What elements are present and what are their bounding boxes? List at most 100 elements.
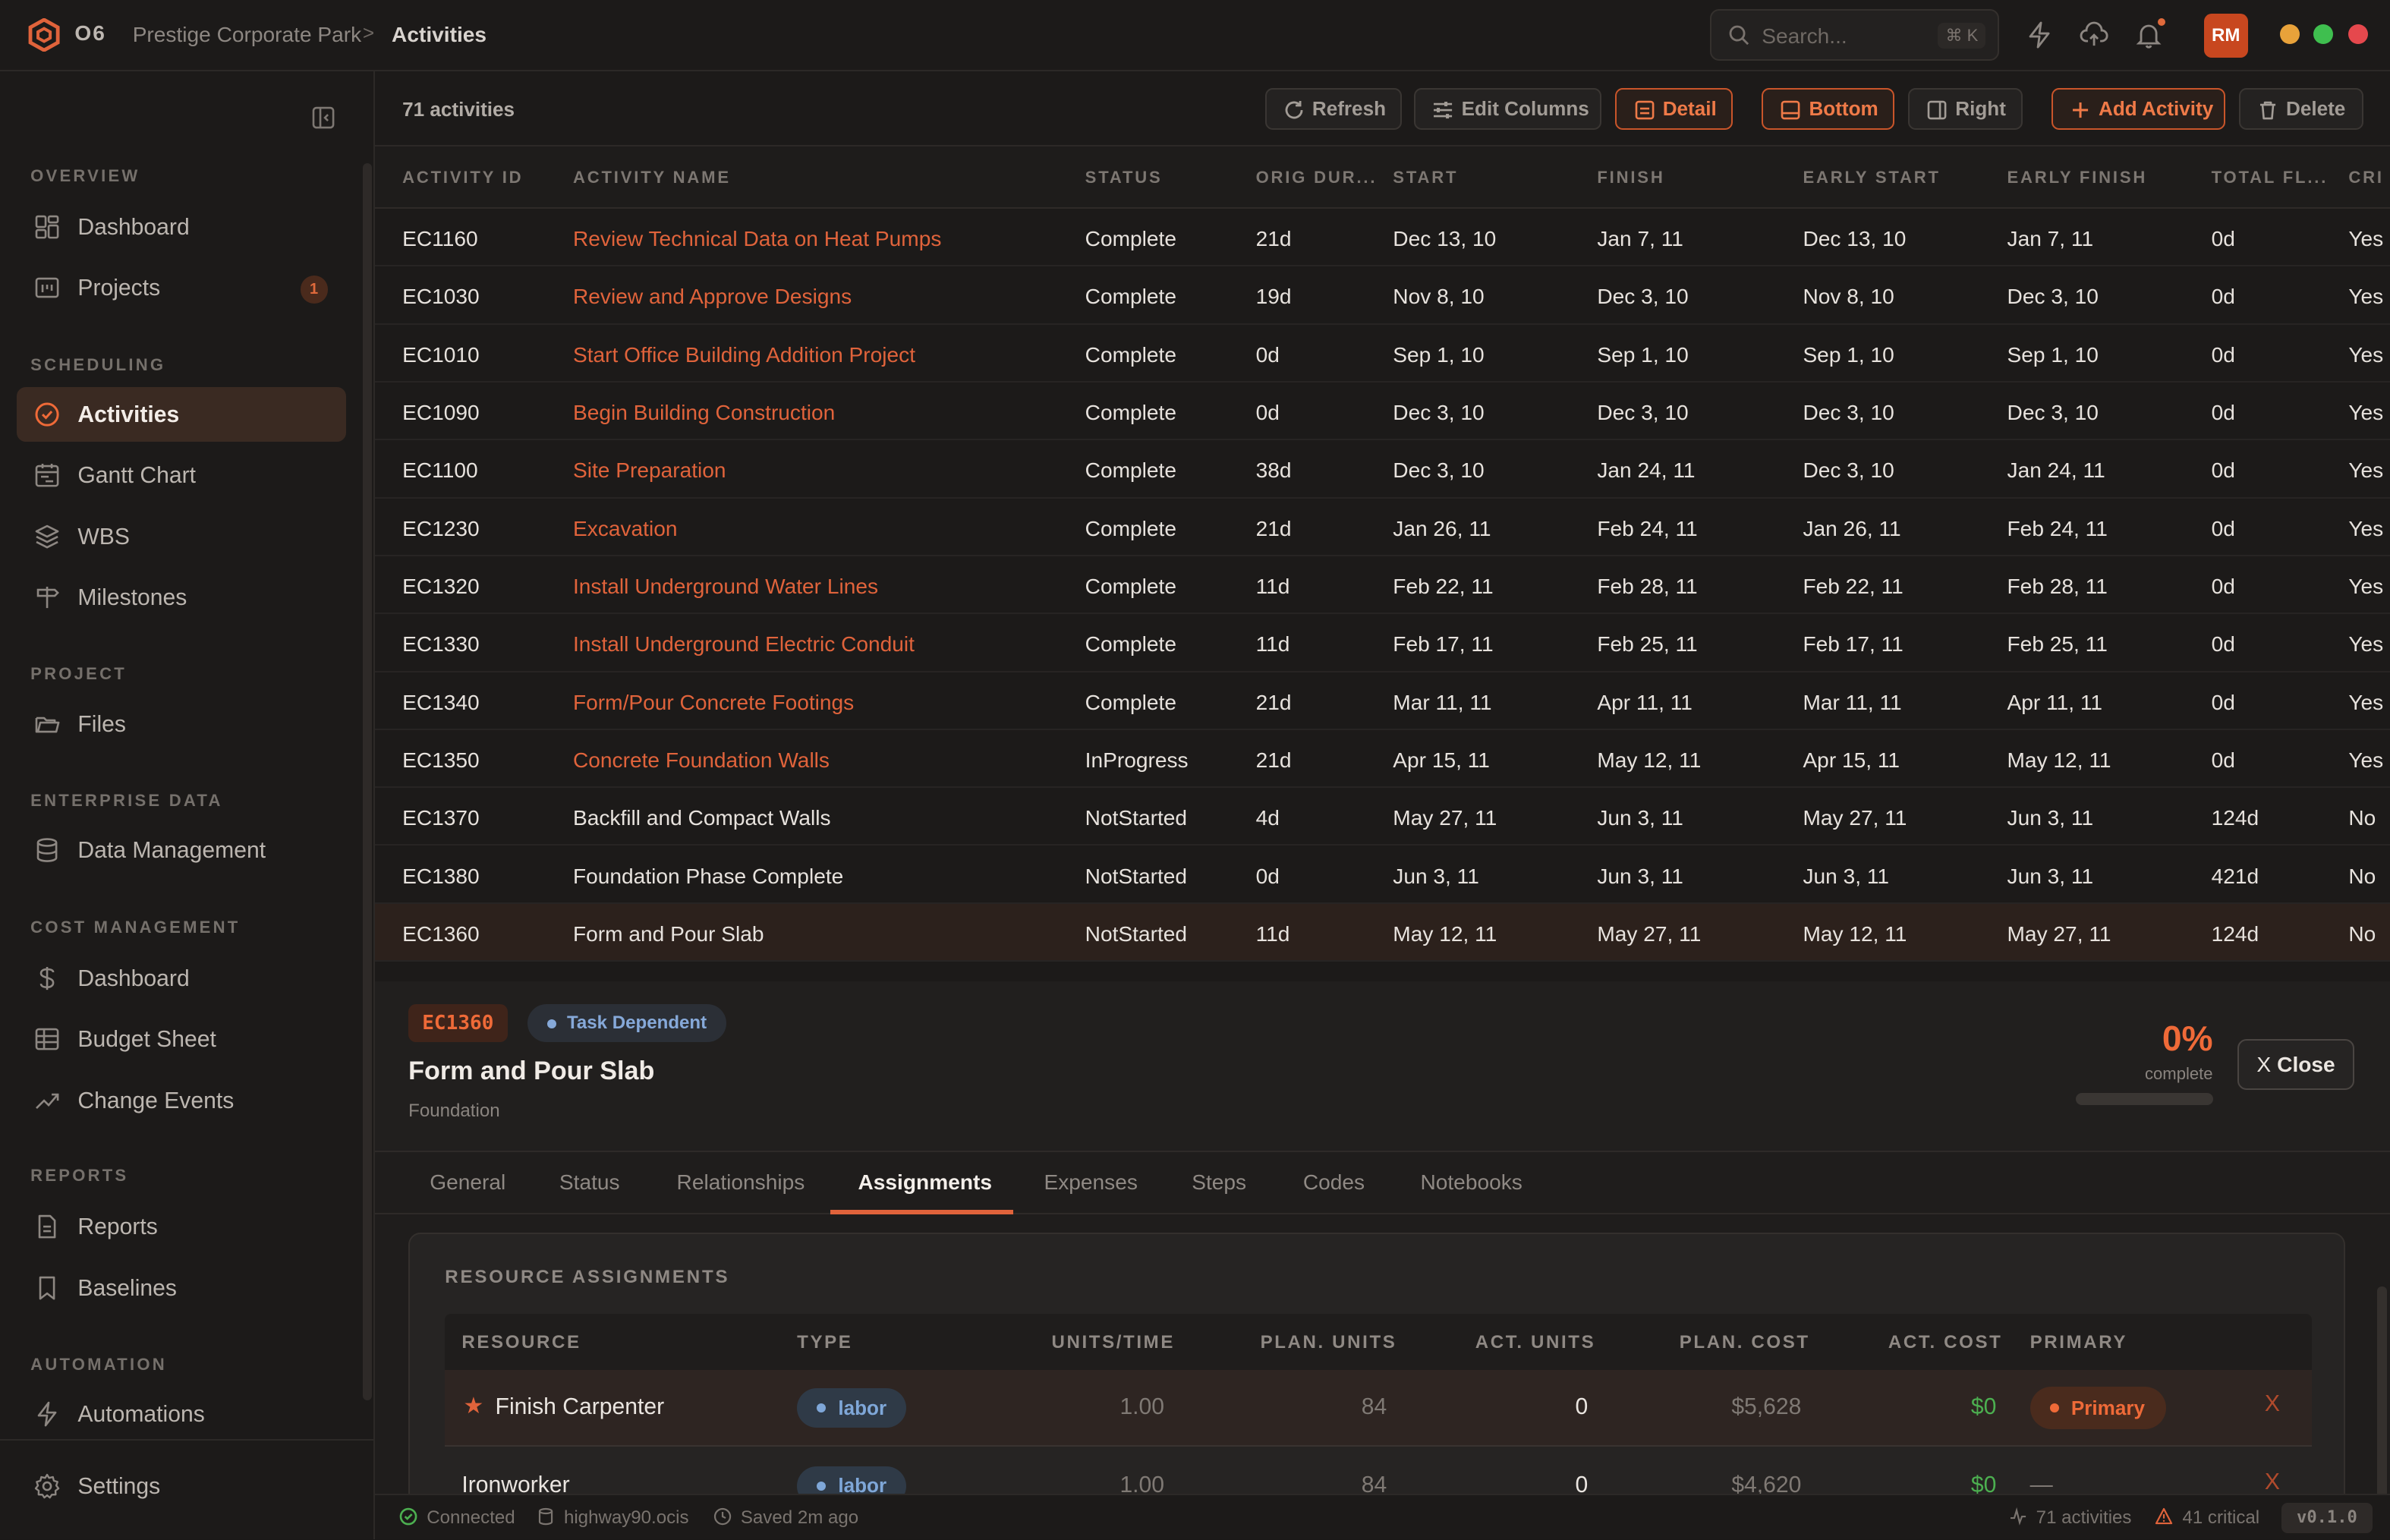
add-activity-button[interactable]: Add Activity xyxy=(2051,88,2225,130)
layout-bottom-button[interactable]: Bottom xyxy=(1762,88,1894,130)
sidebar-scrollbar[interactable] xyxy=(362,162,372,1401)
sidebar-item-files[interactable]: Files xyxy=(17,697,346,751)
sidebar-item-gantt-chart[interactable]: Gantt Chart xyxy=(17,448,346,502)
sidebar-item-settings[interactable]: Settings xyxy=(17,1459,346,1513)
breadcrumb-project[interactable]: Prestige Corporate Park xyxy=(133,23,362,47)
table-row[interactable]: EC1160 Review Technical Data on Heat Pump… xyxy=(374,209,2390,267)
assignment-row[interactable]: ★ Finish Carpenter labor 1.00 84 0 $5,62… xyxy=(445,1370,2313,1447)
activity-name-cell[interactable]: Concrete Foundation Walls xyxy=(573,748,830,773)
tab-expenses[interactable]: Expenses xyxy=(1044,1170,1137,1195)
tab-general[interactable]: General xyxy=(430,1170,505,1195)
activity-name-cell[interactable]: Start Office Building Addition Project xyxy=(573,343,915,367)
plan-cost[interactable]: $5,628 xyxy=(1664,1394,1801,1420)
act-units[interactable]: 0 xyxy=(1482,1472,1589,1494)
tab-status[interactable]: Status xyxy=(559,1170,620,1195)
column-header[interactable]: ACTIVITY NAME xyxy=(573,168,731,187)
column-header[interactable]: ORIG DUR... xyxy=(1256,168,1378,187)
edit-columns-button[interactable]: Edit Columns xyxy=(1414,88,1602,130)
sidebar-item-baselines[interactable]: Baselines xyxy=(17,1261,346,1315)
column-header[interactable]: ACT. COST xyxy=(1888,1332,2003,1353)
column-header[interactable]: UNITS/TIME xyxy=(1051,1332,1175,1353)
tab-notebooks[interactable]: Notebooks xyxy=(1420,1170,1522,1195)
table-row[interactable]: EC1360 Form and Pour Slab NotStarted 11d May… xyxy=(374,903,2390,962)
table-row[interactable]: EC1350 Concrete Foundation Walls InProgres… xyxy=(374,730,2390,789)
activity-name-cell[interactable]: Foundation Phase Complete xyxy=(573,864,843,889)
column-header[interactable]: PLAN. UNITS xyxy=(1261,1332,1397,1353)
table-row[interactable]: EC1030 Review and Approve Designs Complete… xyxy=(374,266,2390,325)
primary-empty[interactable]: — xyxy=(2030,1472,2053,1494)
sidebar-item-data-management[interactable]: Data Management xyxy=(17,823,346,877)
sidebar-item-cost-dashboard[interactable]: Dashboard xyxy=(17,951,346,1006)
remove-assignment-icon[interactable]: X xyxy=(2265,1391,2280,1417)
table-row[interactable]: EC1320 Install Underground Water Lines Com… xyxy=(374,556,2390,615)
column-header[interactable]: RESOURCE xyxy=(461,1332,581,1353)
column-header[interactable]: ACTIVITY ID xyxy=(402,168,523,187)
column-header[interactable]: EARLY START xyxy=(1803,168,1940,187)
refresh-button[interactable]: Refresh xyxy=(1264,88,1403,130)
units-time[interactable]: 1.00 xyxy=(1054,1394,1164,1420)
activity-name-cell[interactable]: Review Technical Data on Heat Pumps xyxy=(573,227,941,251)
sidebar-item-dashboard[interactable]: Dashboard xyxy=(17,200,346,254)
activity-name-cell[interactable]: Install Underground Electric Conduit xyxy=(573,632,915,657)
column-header[interactable]: CRI xyxy=(2348,168,2383,187)
window-close-dot[interactable] xyxy=(2348,24,2369,45)
column-header[interactable]: START xyxy=(1393,168,1458,187)
logo-icon[interactable] xyxy=(27,18,61,52)
act-units[interactable]: 0 xyxy=(1482,1394,1589,1420)
activity-name-cell[interactable]: Review and Approve Designs xyxy=(573,285,852,309)
activity-name-cell[interactable]: Form and Pour Slab xyxy=(573,922,764,946)
detail-scrollbar[interactable] xyxy=(2377,1286,2387,1494)
sidebar-collapse-icon[interactable] xyxy=(311,106,335,130)
activity-name-cell[interactable]: Install Underground Water Lines xyxy=(573,575,878,599)
avatar[interactable]: RM xyxy=(2203,14,2248,58)
delete-button[interactable]: Delete xyxy=(2238,88,2364,130)
table-row[interactable]: EC1340 Form/Pour Concrete Footings Complet… xyxy=(374,672,2390,730)
activity-name-cell[interactable]: Excavation xyxy=(573,517,678,541)
sidebar-item-wbs[interactable]: WBS xyxy=(17,509,346,564)
activity-name-cell[interactable]: Form/Pour Concrete Footings xyxy=(573,691,854,715)
sidebar-item-projects[interactable]: Projects 1 xyxy=(17,260,346,315)
assignment-row[interactable]: Ironworker labor 1.00 84 0 $4,620 $0 — X xyxy=(445,1448,2312,1494)
column-header[interactable]: STATUS xyxy=(1085,168,1163,187)
layout-right-button[interactable]: Right xyxy=(1908,88,2023,130)
tab-relationships[interactable]: Relationships xyxy=(677,1170,805,1195)
sidebar-item-budget-sheet[interactable]: Budget Sheet xyxy=(17,1012,346,1066)
column-header[interactable]: PLAN. COST xyxy=(1680,1332,1810,1353)
activity-name-cell[interactable]: Begin Building Construction xyxy=(573,401,835,425)
tab-assignments[interactable]: Assignments xyxy=(858,1170,992,1195)
table-row[interactable]: EC1330 Install Underground Electric Condu… xyxy=(374,614,2390,672)
table-row[interactable]: EC1230 Excavation Complete 21d Jan 26, 11 Feb… xyxy=(374,499,2390,556)
activity-name-cell[interactable]: Backfill and Compact Walls xyxy=(573,806,831,830)
cloud-upload-icon[interactable] xyxy=(2079,20,2109,50)
plan-units[interactable]: 84 xyxy=(1280,1472,1387,1494)
window-minimize-dot[interactable] xyxy=(2279,24,2300,45)
plan-units[interactable]: 84 xyxy=(1280,1394,1387,1420)
plan-cost[interactable]: $4,620 xyxy=(1664,1472,1801,1494)
sidebar-item-automations[interactable]: Automations xyxy=(17,1387,346,1441)
column-header[interactable]: TYPE xyxy=(797,1332,852,1353)
table-row[interactable]: EC1090 Begin Building Construction Complet… xyxy=(374,383,2390,441)
lightning-icon[interactable] xyxy=(2024,20,2055,50)
window-maximize-dot[interactable] xyxy=(2313,24,2334,45)
tab-steps[interactable]: Steps xyxy=(1192,1170,1246,1195)
sidebar-item-milestones[interactable]: Milestones xyxy=(17,570,346,625)
column-header[interactable]: ACT. UNITS xyxy=(1475,1332,1596,1353)
search-input[interactable]: Search... ⌘ K xyxy=(1709,9,2000,61)
table-row[interactable]: EC1010 Start Office Building Addition Pro… xyxy=(374,325,2390,383)
table-row[interactable]: EC1380 Foundation Phase Complete NotStarte… xyxy=(374,846,2390,904)
column-header[interactable]: TOTAL FL... xyxy=(2212,168,2329,187)
primary-badge[interactable]: Primary xyxy=(2029,1387,2167,1430)
detail-toggle-button[interactable]: Detail xyxy=(1615,88,1733,130)
remove-assignment-icon[interactable]: X xyxy=(2265,1469,2280,1494)
column-header[interactable]: FINISH xyxy=(1597,168,1664,187)
table-row[interactable]: EC1370 Backfill and Compact Walls NotStart… xyxy=(374,788,2390,846)
close-detail-button[interactable]: X Close xyxy=(2237,1039,2355,1090)
sidebar-item-change-events[interactable]: Change Events xyxy=(17,1073,346,1128)
table-row[interactable]: EC1100 Site Preparation Complete 38d Dec 3, … xyxy=(374,440,2390,499)
sidebar-item-reports[interactable]: Reports xyxy=(17,1199,346,1254)
sidebar-item-activities[interactable]: Activities xyxy=(17,387,346,442)
column-header[interactable]: PRIMARY xyxy=(2030,1332,2127,1353)
column-header[interactable]: EARLY FINISH xyxy=(2007,168,2148,187)
tab-codes[interactable]: Codes xyxy=(1303,1170,1365,1195)
units-time[interactable]: 1.00 xyxy=(1054,1472,1164,1494)
